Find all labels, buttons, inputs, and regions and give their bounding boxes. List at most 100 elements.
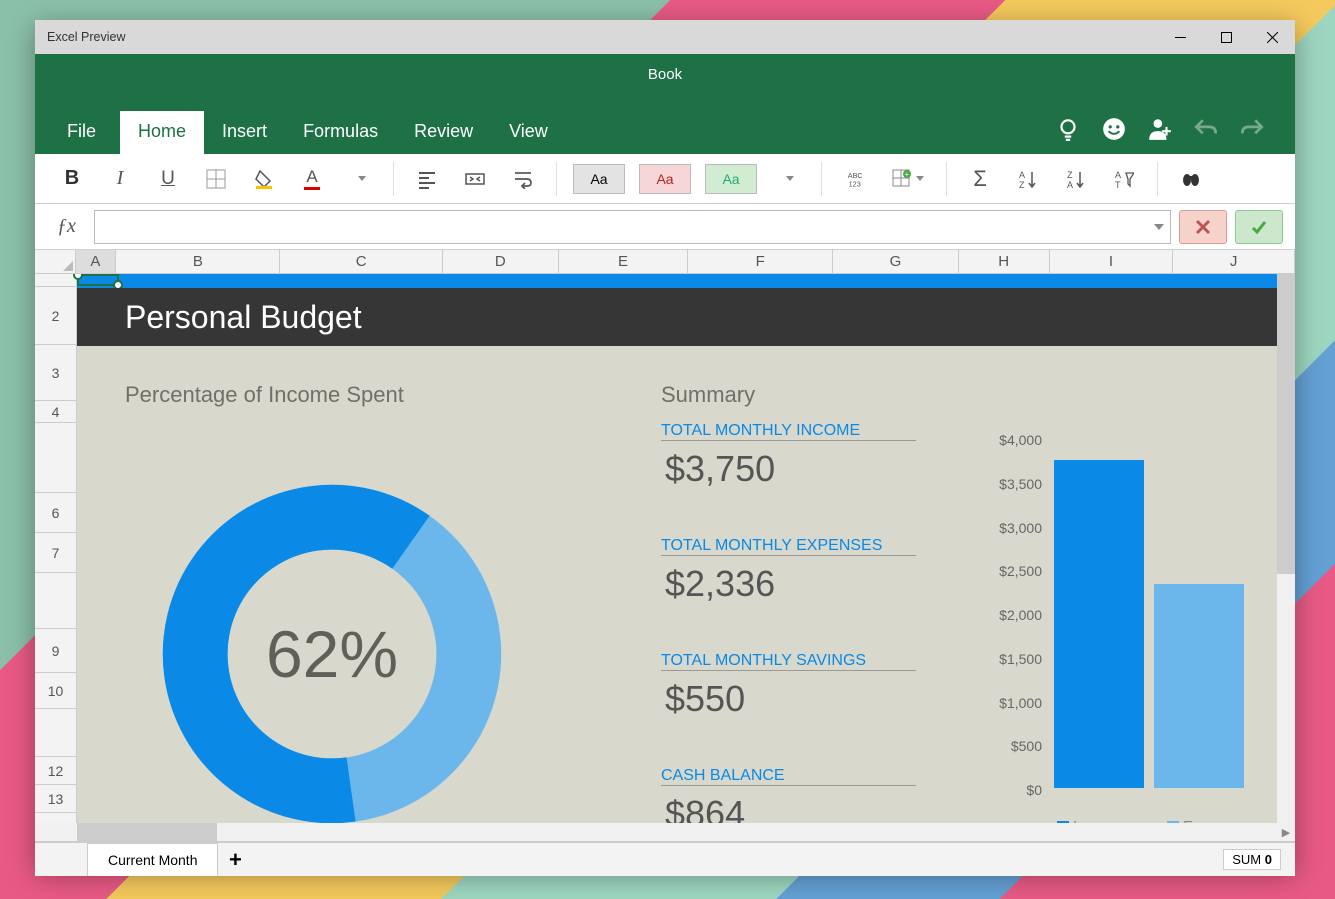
close-button[interactable] [1249, 20, 1295, 54]
ytick: $500 [1011, 738, 1042, 754]
bar-income [1054, 460, 1144, 788]
formula-cancel-button[interactable] [1179, 210, 1227, 244]
svg-text:Z: Z [1067, 170, 1073, 180]
sort-desc-button[interactable]: ZA [1059, 162, 1093, 196]
column-headers: A B C D E F G H I J [35, 250, 1295, 274]
row-header[interactable] [35, 274, 77, 287]
row-header[interactable]: 6 [35, 493, 77, 533]
row-header[interactable] [35, 573, 77, 629]
vertical-scrollbar[interactable] [1277, 274, 1295, 823]
tab-review[interactable]: Review [396, 111, 491, 154]
col-B[interactable]: B [116, 250, 280, 273]
sort-asc-button[interactable]: AZ [1011, 162, 1045, 196]
horizontal-scrollbar[interactable]: ▶ [35, 823, 1295, 841]
ytick: $4,000 [999, 432, 1042, 448]
ytick: $0 [1026, 782, 1042, 798]
col-C[interactable]: C [280, 250, 442, 273]
cell-style-bad[interactable]: Aa [639, 164, 691, 194]
number-format-button[interactable]: ABC123 [838, 162, 872, 196]
donut-chart: 62% [152, 474, 512, 834]
row-header[interactable] [35, 423, 77, 493]
insert-cells-button[interactable]: + [886, 162, 930, 196]
sheet-tab[interactable]: Current Month [87, 843, 218, 876]
smiley-icon[interactable] [1101, 116, 1127, 142]
spreadsheet-grid[interactable]: 234 67 910 1213 Personal Budget Percentage … [35, 274, 1295, 842]
border-button[interactable] [199, 162, 233, 196]
merge-button[interactable] [458, 162, 492, 196]
add-sheet-button[interactable]: + [218, 847, 252, 873]
svg-text:+: + [905, 170, 910, 179]
fill-color-button[interactable] [247, 162, 281, 196]
formula-bar: ƒx [35, 204, 1295, 250]
row-header[interactable]: 9 [35, 629, 77, 673]
underline-button[interactable]: U [151, 162, 185, 196]
ytick: $3,500 [999, 476, 1042, 492]
ribbon-header: Book File Home Insert Formulas Review Vi… [35, 54, 1295, 154]
filter-button[interactable]: AT [1107, 162, 1141, 196]
svg-text:A: A [1115, 170, 1121, 180]
wrap-text-button[interactable] [506, 162, 540, 196]
ytick: $2,500 [999, 563, 1042, 579]
col-D[interactable]: D [443, 250, 559, 273]
row-header[interactable] [35, 709, 77, 757]
selection-handle-icon[interactable] [73, 274, 83, 280]
status-sum-label: SUM [1232, 852, 1261, 867]
document-title: Book [35, 54, 1295, 94]
tab-file[interactable]: File [67, 111, 120, 154]
bar-chart: $4,000$3,500$3,000$2,500$2,000$1,500$1,0… [982, 424, 1282, 804]
budget-title: Personal Budget [77, 288, 1295, 346]
col-H[interactable]: H [959, 250, 1050, 273]
row-header[interactable]: 12 [35, 757, 77, 785]
cell-style-good[interactable]: Aa [705, 164, 757, 194]
col-F[interactable]: F [688, 250, 833, 273]
svg-text:T: T [1115, 180, 1121, 189]
donut-value: 62% [266, 616, 398, 692]
row-header[interactable]: 4 [35, 401, 77, 423]
find-button[interactable] [1174, 162, 1208, 196]
row-header[interactable]: 7 [35, 533, 77, 573]
tab-home[interactable]: Home [120, 111, 204, 154]
select-all-corner[interactable] [35, 250, 76, 273]
undo-icon[interactable] [1193, 116, 1219, 142]
align-left-button[interactable] [410, 162, 444, 196]
row-header[interactable]: 2 [35, 287, 77, 345]
bar-expenses [1154, 584, 1244, 788]
bold-button[interactable]: B [55, 162, 89, 196]
status-bar: SUM 0 [252, 849, 1295, 870]
maximize-button[interactable] [1203, 20, 1249, 54]
svg-text:123: 123 [849, 179, 861, 188]
col-I[interactable]: I [1050, 250, 1174, 273]
formula-input[interactable] [94, 210, 1171, 244]
italic-button[interactable]: I [103, 162, 137, 196]
income-value: $3,750 [665, 448, 775, 490]
col-E[interactable]: E [559, 250, 688, 273]
row-header[interactable]: 10 [35, 673, 77, 709]
row-header[interactable]: 3 [35, 345, 77, 401]
tab-view[interactable]: View [491, 111, 566, 154]
ytick: $3,000 [999, 520, 1042, 536]
styles-dropdown[interactable] [771, 162, 805, 196]
lightbulb-icon[interactable] [1055, 116, 1081, 142]
autosum-button[interactable]: Σ [963, 162, 997, 196]
row-header[interactable]: 13 [35, 785, 77, 813]
tab-formulas[interactable]: Formulas [285, 111, 396, 154]
col-A[interactable]: A [76, 250, 117, 273]
accent-bar [77, 274, 1295, 288]
expenses-label: TOTAL MONTHLY EXPENSES [661, 537, 916, 556]
svg-text:A: A [1067, 180, 1073, 189]
cell-style-normal[interactable]: Aa [573, 164, 625, 194]
font-dropdown[interactable] [343, 162, 377, 196]
share-icon[interactable] [1147, 116, 1173, 142]
svg-text:A: A [1019, 170, 1025, 180]
pct-label: Percentage of Income Spent [125, 382, 404, 408]
font-color-button[interactable]: A [295, 162, 329, 196]
tab-insert[interactable]: Insert [204, 111, 285, 154]
app-window: Excel Preview Book File Home Insert Form… [35, 20, 1295, 870]
minimize-button[interactable] [1157, 20, 1203, 54]
col-G[interactable]: G [833, 250, 959, 273]
expenses-value: $2,336 [665, 563, 775, 605]
ytick: $2,000 [999, 607, 1042, 623]
formula-accept-button[interactable] [1235, 210, 1283, 244]
col-J[interactable]: J [1173, 250, 1295, 273]
redo-icon[interactable] [1239, 116, 1265, 142]
